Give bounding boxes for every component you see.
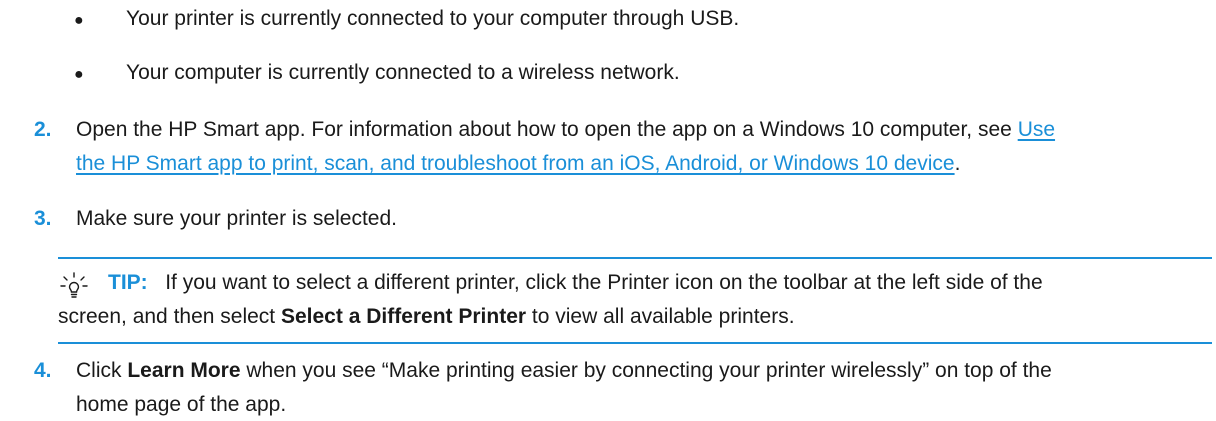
tip-line1: TIP: If you want to select a different p… <box>108 267 1043 299</box>
hp-smart-guide-link-part2[interactable]: the HP Smart app to print, scan, and tro… <box>76 152 955 175</box>
bullet-item-wireless: Your computer is currently connected to … <box>126 61 680 84</box>
step-3-text: Make sure your printer is selected. <box>76 207 397 230</box>
tip-text-line2-before: screen, and then select <box>58 305 281 328</box>
tip-bottom-rule <box>58 342 1212 344</box>
step-4-text-before: Click <box>76 359 128 382</box>
learn-more-label: Learn More <box>127 359 241 382</box>
step-number: 3. <box>34 207 52 230</box>
lightbulb-icon <box>60 272 88 298</box>
tip-line2: screen, and then select Select a Differe… <box>58 301 795 333</box>
step-4-text-after: when you see “Make printing easier by co… <box>240 359 1052 382</box>
step-number: 2. <box>34 118 52 141</box>
step-2-text: Open the HP Smart app. For information a… <box>76 118 1012 141</box>
step-2-period: . <box>954 152 961 175</box>
tip-label: TIP: <box>108 271 148 294</box>
tip-text-line2-after: to view all available printers. <box>526 305 795 328</box>
bullet-marker: ● <box>74 12 84 29</box>
step-number: 4. <box>34 359 52 382</box>
step-4-line1: Click Learn More when you see “Make prin… <box>76 355 1052 387</box>
tip-text-line1: If you want to select a different printe… <box>165 271 1043 294</box>
step-2-line2: the HP Smart app to print, scan, and tro… <box>76 148 960 180</box>
select-different-printer-label: Select a Different Printer <box>280 305 527 328</box>
bullet-item-usb: Your printer is currently connected to y… <box>126 7 740 30</box>
tip-top-rule <box>58 257 1212 259</box>
hp-smart-guide-link-part1[interactable]: Use <box>1018 118 1055 141</box>
step-4-line2: home page of the app. <box>76 393 287 416</box>
step-2-line1: Open the HP Smart app. For information a… <box>76 114 1055 146</box>
bullet-marker: ● <box>74 66 84 83</box>
